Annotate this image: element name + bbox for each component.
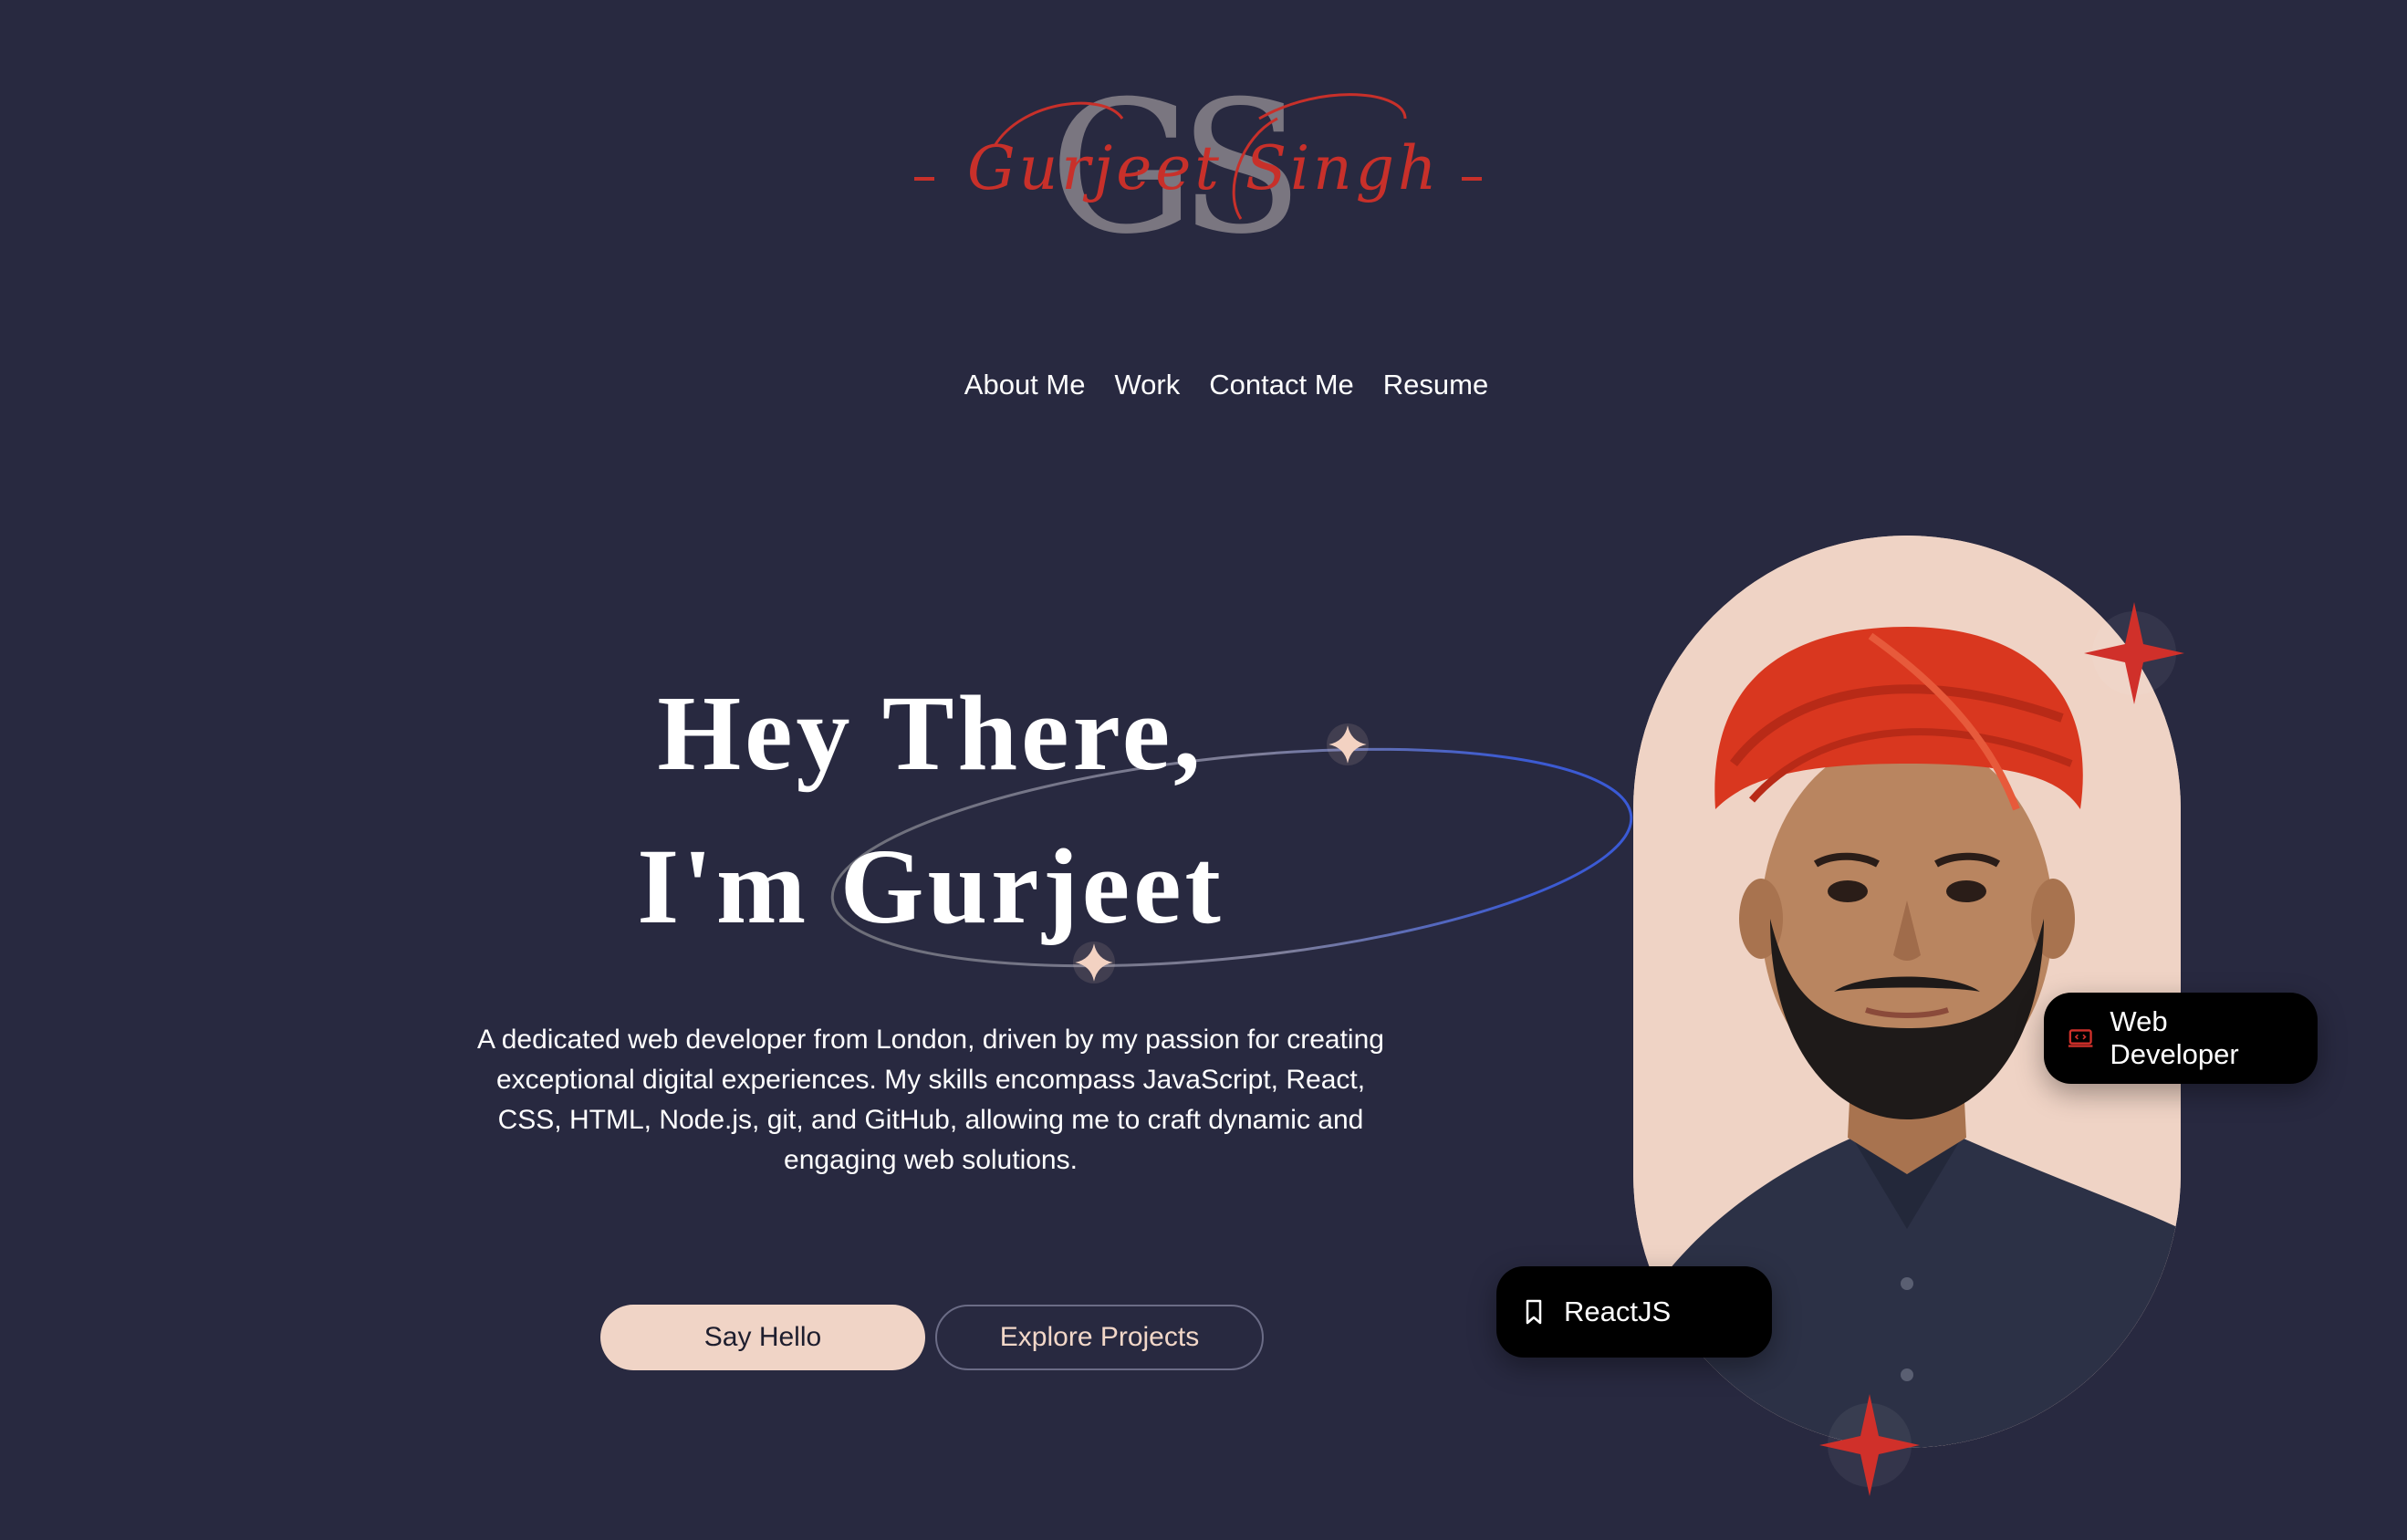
bookmark-icon bbox=[1520, 1298, 1547, 1326]
reactjs-chip-label: ReactJS bbox=[1564, 1295, 1672, 1327]
web-developer-chip-label: Web Developer bbox=[2110, 1005, 2239, 1070]
hero-title-line-1: Hey There, bbox=[657, 673, 1204, 793]
hero-title-line-2: I'm Gurjeet bbox=[637, 827, 1224, 946]
reactjs-chip: ReactJS bbox=[1496, 1266, 1772, 1358]
main-nav: About Me Work Contact Me Resume bbox=[0, 369, 2407, 401]
sparkle-icon bbox=[1327, 723, 1369, 765]
site-logo[interactable]: GS Gurjeet Singh bbox=[894, 78, 1515, 260]
nav-item-resume[interactable]: Resume bbox=[1383, 369, 1488, 401]
logo-dash-right bbox=[1462, 177, 1482, 181]
red-star-icon bbox=[1819, 1394, 1920, 1496]
nav-item-about-me[interactable]: About Me bbox=[964, 369, 1086, 401]
laptop-code-icon bbox=[2068, 1025, 2093, 1052]
sparkle-icon bbox=[1073, 942, 1115, 983]
hero-description: A dedicated web developer from London, d… bbox=[477, 1025, 1384, 1175]
say-hello-button[interactable]: Say Hello bbox=[600, 1305, 925, 1370]
logo-swash-decoration bbox=[993, 93, 1407, 220]
explore-projects-button[interactable]: Explore Projects bbox=[935, 1305, 1264, 1370]
web-developer-chip: Web Developer bbox=[2044, 993, 2318, 1084]
hero-title: Hey There, I'm Gurjeet bbox=[474, 657, 1387, 963]
nav-item-contact-me[interactable]: Contact Me bbox=[1209, 369, 1354, 401]
red-star-icon bbox=[2084, 602, 2184, 704]
nav-item-work[interactable]: Work bbox=[1114, 369, 1180, 401]
